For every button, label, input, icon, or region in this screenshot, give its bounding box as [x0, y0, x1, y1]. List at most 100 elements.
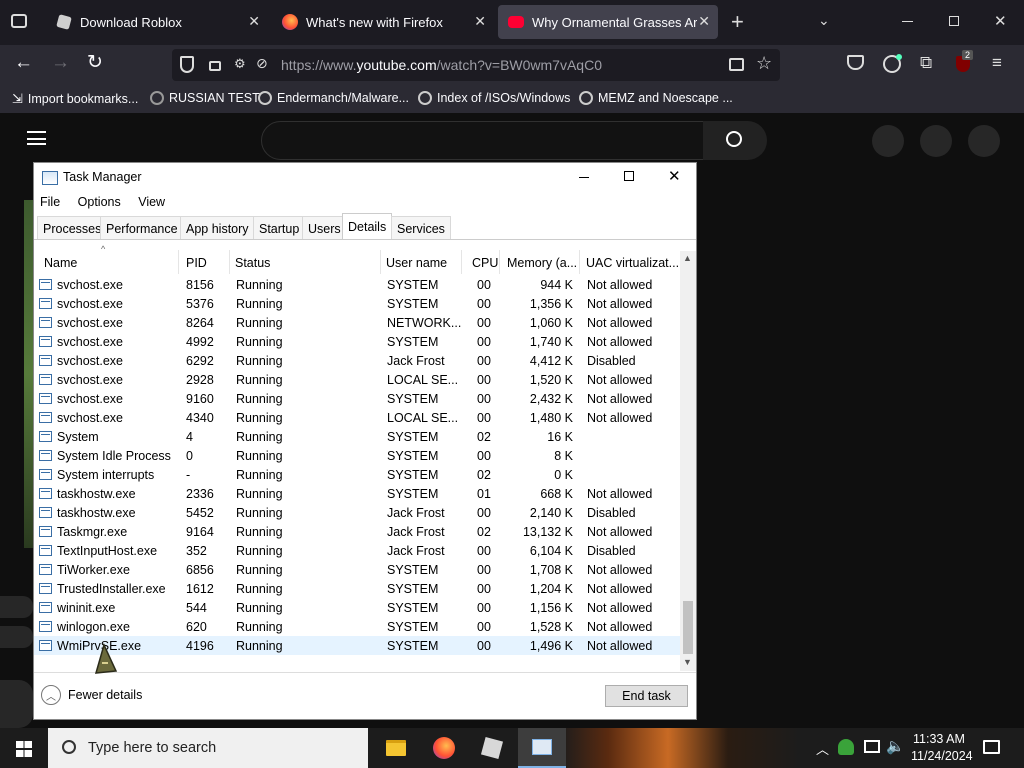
bookmark-star-icon[interactable]: ☆	[756, 53, 772, 74]
scroll-down-icon[interactable]: ▼	[683, 657, 692, 667]
tab-app-history[interactable]: App history	[180, 216, 255, 240]
notifications-icon[interactable]	[983, 740, 1000, 754]
tab-performance[interactable]: Performance	[100, 216, 184, 240]
tab-divider	[34, 239, 696, 240]
column-uac[interactable]: UAC virtualizat...	[586, 256, 679, 270]
user-status-icon[interactable]	[838, 739, 854, 755]
bookmark-index-isos[interactable]: Index of /ISOs/Windows	[418, 91, 570, 105]
process-row[interactable]: taskhostw.exe 5452 Running Jack Frost 00 2,14…	[34, 503, 680, 522]
taskbar-app-file-explorer[interactable]	[374, 728, 418, 768]
process-row[interactable]: TrustedInstaller.exe 1612 Running SYSTEM 00 1…	[34, 579, 680, 598]
process-row[interactable]: svchost.exe 4992 Running SYSTEM 00 1,740 K Not…	[34, 332, 680, 351]
process-row[interactable]: svchost.exe 2928 Running LOCAL SE... 00 1,520…	[34, 370, 680, 389]
process-row[interactable]: TextInputHost.exe 352 Running Jack Frost 00 6…	[34, 541, 680, 560]
process-row[interactable]: svchost.exe 9160 Running SYSTEM 00 2,432 K Not…	[34, 389, 680, 408]
tab-services[interactable]: Services	[391, 216, 451, 240]
taskbar-app-task-manager[interactable]	[518, 728, 566, 768]
process-row[interactable]: WmiPrvSE.exe 4196 Running SYSTEM 00 1,496 K No…	[34, 636, 680, 655]
scroll-up-icon[interactable]: ▲	[683, 253, 692, 263]
picture-in-picture-icon[interactable]	[729, 58, 744, 71]
bookmark-russian-test[interactable]: RUSSIAN TEST	[150, 91, 260, 105]
column-status[interactable]: Status	[235, 256, 270, 270]
reload-icon[interactable]: ↻	[87, 51, 103, 74]
tab-processes[interactable]: Processes	[37, 216, 108, 240]
tab-overview-icon[interactable]	[11, 14, 27, 28]
back-icon[interactable]: ←	[14, 52, 33, 74]
address-bar[interactable]: ⚙ ⊘ https://www.youtube.com/watch?v=BW0w…	[172, 49, 780, 81]
close-tab-icon[interactable]: ✕	[698, 13, 710, 30]
cell-cpu: 00	[477, 600, 491, 615]
process-row[interactable]: Taskmgr.exe 9164 Running Jack Frost 02 13,132…	[34, 522, 680, 541]
process-row[interactable]: svchost.exe 8264 Running NETWORK... 00 1,060 …	[34, 313, 680, 332]
show-hidden-icons-icon[interactable]: ︿	[816, 739, 829, 758]
close-tab-icon[interactable]: ✕	[474, 13, 486, 30]
tm-close-icon[interactable]: ✕	[668, 167, 681, 185]
permissions-icon[interactable]: ⚙	[234, 56, 246, 72]
close-window-icon[interactable]: ✕	[994, 12, 1007, 30]
process-row[interactable]: System 4 Running SYSTEM 02 16 K	[34, 427, 680, 446]
bookmark-endermanch[interactable]: Endermanch/Malware...	[258, 91, 409, 105]
tm-minimize-icon[interactable]	[579, 177, 589, 178]
clock-time[interactable]: 11:33 AM	[913, 732, 965, 746]
restore-window-icon[interactable]	[949, 16, 959, 26]
extensions-icon[interactable]: ⧉	[920, 53, 932, 73]
process-row[interactable]: wininit.exe 544 Running SYSTEM 00 1,156 K Not …	[34, 598, 680, 617]
process-row[interactable]: svchost.exe 8156 Running SYSTEM 00 944 K Not a…	[34, 275, 680, 294]
autoplay-blocked-icon[interactable]: ⊘	[256, 55, 268, 72]
column-name[interactable]: Name	[44, 256, 77, 270]
end-task-button[interactable]: End task	[605, 685, 688, 707]
scroll-thumb[interactable]	[683, 601, 693, 654]
cell-pid: 9160	[186, 391, 214, 406]
process-row[interactable]: TiWorker.exe 6856 Running SYSTEM 00 1,708 K No…	[34, 560, 680, 579]
process-row[interactable]: svchost.exe 6292 Running Jack Frost 00 4,412 …	[34, 351, 680, 370]
list-all-tabs-icon[interactable]: ⌄	[818, 12, 830, 29]
menu-view[interactable]: View	[138, 195, 165, 209]
cell-status: Running	[236, 600, 283, 615]
tab-details[interactable]: Details	[342, 213, 393, 240]
bookmark-memz[interactable]: MEMZ and Noescape ...	[579, 91, 733, 105]
tab-startup[interactable]: Startup	[253, 216, 306, 240]
clock-date[interactable]: 11/24/2024	[911, 749, 973, 763]
new-tab-icon[interactable]: +	[731, 9, 744, 35]
taskbar-app-firefox[interactable]	[422, 728, 466, 768]
process-row[interactable]: svchost.exe 4340 Running LOCAL SE... 00 1,480…	[34, 408, 680, 427]
close-tab-icon[interactable]: ✕	[248, 13, 260, 30]
cell-mem: 1,740 K	[529, 334, 573, 349]
youtube-search-button[interactable]	[703, 121, 767, 160]
process-row[interactable]: taskhostw.exe 2336 Running SYSTEM 01 668 K Not…	[34, 484, 680, 503]
column-pid[interactable]: PID	[186, 256, 207, 270]
taskbar-app-roblox[interactable]	[470, 728, 514, 768]
column-user-name[interactable]: User name	[386, 256, 447, 270]
process-row[interactable]: System interrupts - Running SYSTEM 02 0 K	[34, 465, 680, 484]
forward-icon[interactable]: →	[51, 52, 70, 74]
minimize-window-icon[interactable]	[902, 21, 913, 22]
pocket-icon[interactable]	[847, 55, 864, 70]
bookmark-import[interactable]: ⇲ Import bookmarks...	[12, 91, 138, 107]
start-button[interactable]	[0, 728, 48, 768]
avatar-placeholder[interactable]	[920, 125, 952, 157]
avatar-placeholder[interactable]	[968, 125, 1000, 157]
avatar-placeholder[interactable]	[872, 125, 904, 157]
menu-options[interactable]: Options	[78, 195, 121, 209]
column-cpu[interactable]: CPU	[472, 256, 498, 270]
fewer-details-button[interactable]: ︿ Fewer details	[41, 685, 142, 705]
lock-icon[interactable]	[209, 61, 221, 71]
app-menu-icon[interactable]: ≡	[992, 53, 1002, 73]
tab-download-roblox[interactable]: Download Roblox ✕	[46, 5, 268, 39]
tracking-protection-icon[interactable]	[180, 56, 194, 73]
cell-pid: 0	[186, 448, 193, 463]
taskbar-search-box[interactable]: Type here to search	[48, 728, 368, 768]
process-row[interactable]: System Idle Process 0 Running SYSTEM 00 8 K	[34, 446, 680, 465]
tab-users[interactable]: Users	[302, 216, 347, 240]
youtube-search-input[interactable]	[261, 121, 704, 160]
process-row[interactable]: svchost.exe 5376 Running SYSTEM 00 1,356 K Not…	[34, 294, 680, 313]
process-row[interactable]: winlogon.exe 620 Running SYSTEM 00 1,528 K Not…	[34, 617, 680, 636]
tab-youtube-video[interactable]: Why Ornamental Grasses Are th ✕	[498, 5, 718, 39]
menu-file[interactable]: File	[40, 195, 60, 209]
tab-whats-new-firefox[interactable]: What's new with Firefox ✕	[272, 5, 494, 39]
network-icon[interactable]	[864, 740, 880, 753]
vertical-scrollbar[interactable]: ▲ ▼	[680, 251, 696, 671]
tm-maximize-icon[interactable]	[624, 171, 634, 181]
column-memory[interactable]: Memory (a...	[507, 256, 577, 270]
volume-icon[interactable]: 🔈	[886, 737, 905, 755]
